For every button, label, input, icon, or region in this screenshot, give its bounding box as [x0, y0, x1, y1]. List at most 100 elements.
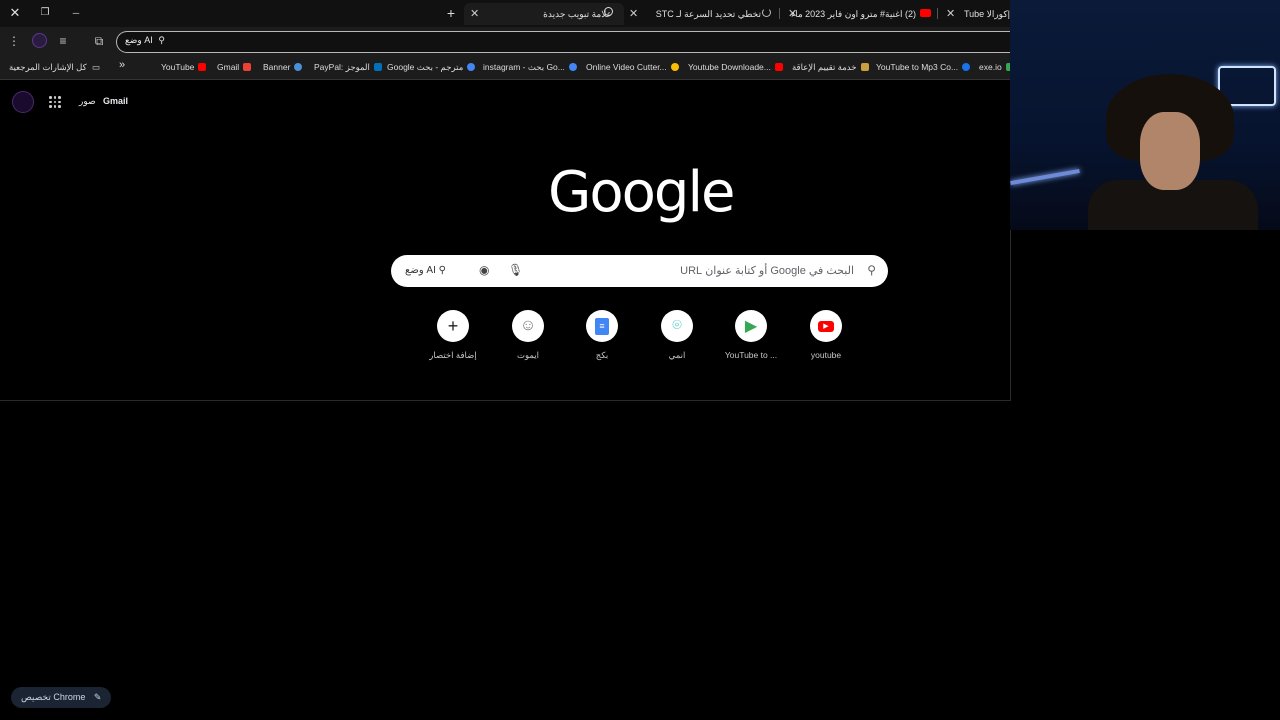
bookmark-disability[interactable]: خدمة تقييم الإعاقة — [792, 61, 869, 73]
profile-avatar[interactable] — [31, 33, 47, 49]
bookmarks-bar: كل الإشارات المرجعية ▭ » YouTube Gmail B… — [0, 57, 1014, 80]
reading-list-icon[interactable]: ≡ — [55, 33, 71, 49]
search-box[interactable]: وضع AI ⚲ ◉ 🎙︎ البحث في Google أو كتابة ع… — [391, 255, 888, 287]
bookmarks-overflow-button[interactable]: » — [119, 59, 125, 71]
docs-icon: ≡ — [586, 310, 618, 342]
tab-label: علامة تبويب جديدة — [543, 9, 612, 19]
youtube-icon — [198, 63, 207, 71]
ai-mode-chip[interactable]: وضع AI ⚲ — [125, 35, 165, 46]
google-icon — [568, 63, 577, 71]
bookmark-youtube[interactable]: YouTube — [161, 61, 207, 73]
bookmark-label: instagram - بحث Go... — [483, 62, 565, 72]
banner-icon — [294, 63, 303, 71]
bookmark-translate[interactable]: Google مترجم - بحث — [387, 61, 476, 73]
tab-label: (2) اغنية# مترو اون فاير 2023 ماء — [790, 9, 916, 19]
youtube-icon — [920, 9, 931, 17]
shortcut-bakaj[interactable]: ≡ بكج — [562, 310, 642, 361]
bookmark-label: Youtube Downloade... — [688, 62, 771, 72]
tab-label: تخطي تحديد السرعة لـ STC — [655, 9, 761, 19]
bookmark-label: خدمة تقييم الإعاقة — [792, 62, 857, 72]
avatar-icon: ☺ — [512, 310, 544, 342]
bookmark-paypal[interactable]: PayPal: الموجز — [314, 61, 382, 73]
person-face — [1140, 112, 1200, 190]
led-strip — [1010, 168, 1080, 186]
bookmark-video-cutter[interactable]: Online Video Cutter... — [586, 61, 679, 73]
bookmark-label: Online Video Cutter... — [586, 62, 667, 72]
shortcut-label: انمي — [668, 350, 686, 360]
shortcut-anime[interactable]: ⌾ انمي — [637, 310, 717, 361]
shortcut-label: youtube — [810, 350, 842, 360]
google-logo: Google — [548, 160, 735, 225]
shortcut-label: YouTube to ... — [724, 350, 778, 360]
pencil-icon: ✎ — [93, 692, 102, 702]
bookmark-label: YouTube — [161, 62, 195, 72]
plus-icon: + — [437, 310, 469, 342]
bookmark-label: PayPal: الموجز — [314, 62, 370, 72]
lens-icon[interactable]: ◉ — [479, 263, 489, 277]
tab-separator — [779, 8, 780, 19]
gmail-icon — [243, 63, 252, 71]
menu-icon[interactable]: ⋮ — [6, 33, 22, 49]
shortcut-emote[interactable]: ☺ ايموت — [488, 310, 568, 361]
bookmark-yt-mp3[interactable]: YouTube to Mp3 Co... — [876, 61, 971, 73]
video-cutter-icon — [670, 63, 679, 71]
close-window-button[interactable]: ✕ — [5, 4, 25, 22]
browser-window: ✕ ❐ ─ + ✕ علامة تبويب جديدة ✕ تخطي تحديد… — [0, 0, 1014, 401]
bookmark-label: exe.io — [979, 62, 1002, 72]
google-icon — [467, 63, 476, 71]
tab-song[interactable]: ✕ (2) اغنية# مترو اون فاير 2023 ماء — [786, 3, 934, 25]
bookmark-label: YouTube to Mp3 Co... — [876, 62, 959, 72]
new-tab-button[interactable]: + — [444, 4, 458, 22]
tab-separator — [937, 8, 938, 19]
ai-mode-label: وضع AI — [125, 35, 153, 45]
bookmark-yt-downloader[interactable]: Youtube Downloade... — [688, 61, 783, 73]
microphone-icon[interactable]: 🎙︎ — [508, 263, 523, 277]
bookmark-exe[interactable]: exe.io — [979, 61, 1014, 73]
ai-search-icon: ⚲ — [158, 35, 165, 45]
search-placeholder: البحث في Google أو كتابة عنوان URL — [680, 265, 854, 277]
ai-search-icon: ⚲ — [438, 265, 446, 276]
palm-icon — [860, 63, 869, 71]
minimize-window-button[interactable]: ─ — [66, 4, 86, 22]
bookmark-banner[interactable]: Banner — [263, 61, 303, 73]
bookmark-gmail[interactable]: Gmail — [217, 61, 252, 73]
bookmark-label: Google مترجم - بحث — [387, 62, 464, 72]
gmail-link[interactable]: Gmail — [103, 96, 128, 106]
customize-chrome-button[interactable]: تخصيص Chrome ✎ — [11, 687, 112, 708]
mp3-icon — [962, 63, 971, 71]
all-bookmarks-label: كل الإشارات المرجعية — [9, 62, 87, 72]
close-tab-icon[interactable]: ✕ — [470, 3, 479, 25]
bookmark-label: Banner — [263, 62, 291, 72]
search-icon: ⚲ — [867, 263, 876, 277]
account-avatar[interactable] — [12, 91, 34, 113]
play-arrow-icon: ▶ — [735, 310, 767, 342]
add-shortcut-button[interactable]: + إضافة اختصار — [413, 310, 493, 361]
address-bar[interactable]: وضع AI ⚲ — [116, 31, 1010, 53]
all-bookmarks-button[interactable]: كل الإشارات المرجعية ▭ — [9, 61, 100, 73]
shortcut-label: ايموت — [516, 350, 540, 360]
tab-strip: ✕ ❐ ─ + ✕ علامة تبويب جديدة ✕ تخطي تحديد… — [0, 0, 1010, 27]
tab-coral[interactable]: ✕ Tube كورالا| — [944, 3, 1010, 25]
shortcut-youtube-to[interactable]: ▶ YouTube to ... — [711, 310, 791, 360]
restore-window-button[interactable]: ❐ — [35, 4, 55, 22]
extensions-icon[interactable]: ⧉ — [91, 33, 107, 49]
loading-spinner-icon — [762, 8, 771, 17]
folder-icon: ▭ — [92, 62, 101, 72]
tab-new-tab[interactable]: ✕ علامة تبويب جديدة — [464, 3, 624, 25]
images-link[interactable]: صور — [79, 96, 96, 107]
downloader-icon — [774, 63, 783, 71]
bookmark-label: Gmail — [217, 62, 240, 72]
webcam-overlay — [1010, 0, 1280, 230]
close-tab-icon[interactable]: ✕ — [629, 3, 638, 25]
tab-stc[interactable]: ✕ تخطي تحديد السرعة لـ STC — [628, 3, 773, 25]
ai-mode-label: وضع AI — [405, 265, 436, 276]
ai-mode-button[interactable]: وضع AI ⚲ — [405, 265, 446, 276]
shortcut-youtube[interactable]: ▶ youtube — [786, 310, 866, 360]
location-pin-icon: ⌾ — [661, 310, 693, 342]
toolbar: ⋮ ≡ ⧉ وضع AI ⚲ — [0, 27, 1010, 57]
apps-grid-icon[interactable] — [49, 96, 61, 108]
close-tab-icon[interactable]: ✕ — [946, 3, 955, 25]
bookmark-instagram[interactable]: instagram - بحث Go... — [483, 61, 577, 73]
tab-label: Tube كورالا| — [964, 9, 1010, 19]
customize-chrome-label: تخصيص Chrome — [21, 692, 86, 702]
